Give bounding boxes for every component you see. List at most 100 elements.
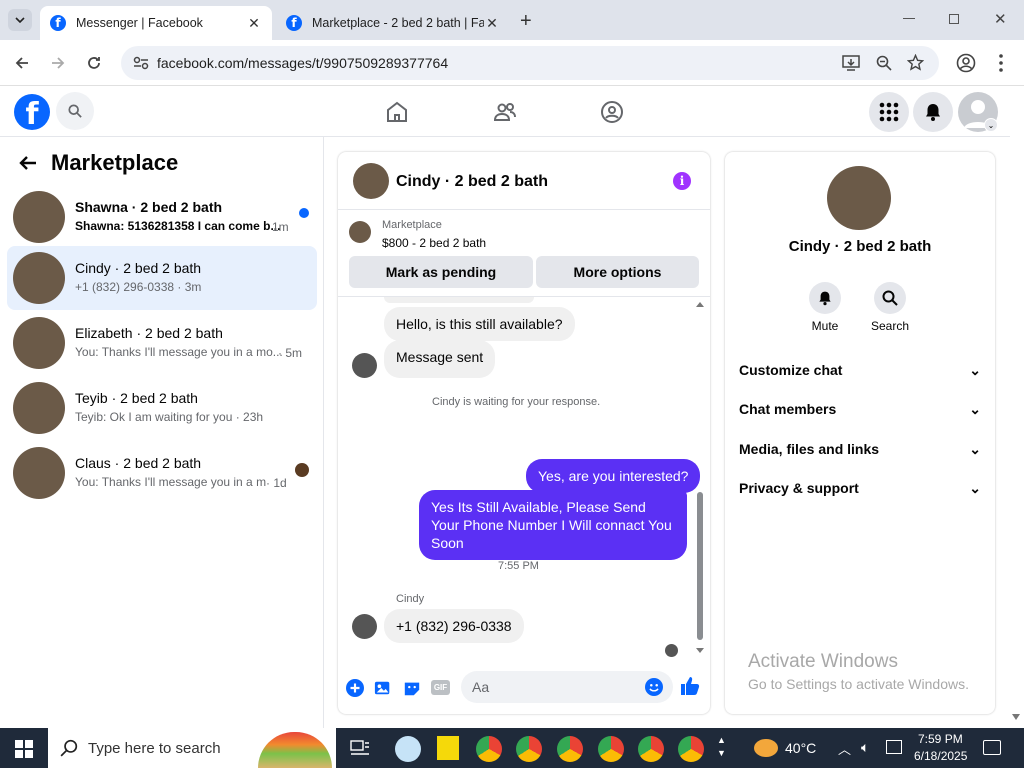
arrow-left-icon xyxy=(19,156,36,170)
facebook-search-button[interactable] xyxy=(56,92,94,130)
conversation-item[interactable]: Shawna · 2 bed 2 bath Shawna: 5136281358… xyxy=(7,185,317,247)
attach-photo-button[interactable] xyxy=(374,679,392,697)
bookmark-star-icon[interactable] xyxy=(907,54,924,71)
nav-home[interactable] xyxy=(385,100,409,124)
chrome-app-icon[interactable] xyxy=(476,736,502,762)
task-view-button[interactable] xyxy=(350,740,370,756)
clock-time[interactable]: 7:59 PM xyxy=(918,732,963,746)
message-bubble: Hello, is this still available? xyxy=(384,307,575,341)
notifications-center-icon[interactable] xyxy=(983,740,1001,755)
close-tab-icon[interactable]: ✕ xyxy=(246,15,262,32)
gif-button[interactable]: GIF xyxy=(431,680,450,695)
contact-avatar[interactable] xyxy=(827,166,891,230)
home-icon xyxy=(387,101,407,122)
close-tab-icon[interactable]: ✕ xyxy=(484,15,500,32)
tab-search-button[interactable] xyxy=(8,9,32,31)
scroll-up-arrow[interactable] xyxy=(696,302,704,307)
new-tab-button[interactable]: + xyxy=(520,10,532,33)
chat-panel: Cindy · 2 bed 2 bath i Marketplace $800 … xyxy=(338,152,710,714)
close-window-button[interactable]: ✕ xyxy=(994,10,1007,28)
tab-messenger[interactable]: f Messenger | Facebook ✕ xyxy=(40,6,272,40)
section-customize-chat[interactable]: Customize chat ⌄ xyxy=(739,358,981,382)
weather-icon[interactable] xyxy=(754,739,778,757)
chevron-down-icon: ⌄ xyxy=(984,118,998,132)
zoom-icon[interactable] xyxy=(876,55,892,71)
conversation-preview: Teyib: Ok I am waiting for you · 23h xyxy=(75,410,264,424)
windows-taskbar: Type here to search ▲ ▼ 40°C ︿ 🔈︎ 7:59 PM… xyxy=(0,728,1024,768)
search-in-chat-button[interactable] xyxy=(874,282,906,314)
show-hidden-icons-button[interactable]: ︿ xyxy=(838,739,851,758)
back-button[interactable] xyxy=(12,53,32,73)
chrome-profile-icon[interactable] xyxy=(557,736,583,762)
conversation-item[interactable]: Elizabeth · 2 bed 2 bath You: Thanks I'l… xyxy=(7,311,317,373)
taskbar-overflow-chevron[interactable]: ▲ ▼ xyxy=(717,734,726,760)
chrome-profile-icon[interactable] xyxy=(598,736,624,762)
conversation-item[interactable]: Cindy · 2 bed 2 bath +1 (832) 296-0338 ·… xyxy=(7,246,317,310)
browser-toolbar: facebook.com/messages/t/9907509289377764 xyxy=(0,40,1024,86)
site-info-icon[interactable] xyxy=(133,56,149,70)
listing-thumbnail[interactable] xyxy=(349,221,371,243)
chrome-profile-icon[interactable] xyxy=(638,736,664,762)
like-button[interactable] xyxy=(680,676,700,696)
install-app-icon[interactable] xyxy=(842,55,860,71)
scroll-down-arrow[interactable] xyxy=(696,648,704,653)
conversation-item[interactable]: Claus · 2 bed 2 bath You: Thanks I'll me… xyxy=(7,441,317,503)
back-arrow-button[interactable] xyxy=(18,153,38,173)
conversation-item[interactable]: Teyib · 2 bed 2 bath Teyib: Ok I am wait… xyxy=(7,376,317,438)
more-options-button[interactable]: More options xyxy=(536,256,699,288)
facebook-logo[interactable]: f xyxy=(14,94,50,130)
notifications-button[interactable] xyxy=(913,92,953,132)
activate-windows-title: Activate Windows xyxy=(748,651,898,672)
section-privacy-support[interactable]: Privacy & support ⌄ xyxy=(739,476,981,500)
listing-source: Marketplace xyxy=(382,219,442,231)
chat-avatar[interactable] xyxy=(353,163,389,199)
message-input[interactable]: Aa xyxy=(461,671,673,703)
messages-scrollbar[interactable] xyxy=(695,300,705,656)
address-bar[interactable]: facebook.com/messages/t/9907509289377764 xyxy=(121,46,939,80)
nav-groups[interactable] xyxy=(600,100,624,124)
restore-window-button[interactable] xyxy=(949,14,959,24)
message-bubble: Message sent xyxy=(384,340,496,378)
weather-temperature[interactable]: 40°C xyxy=(785,740,816,756)
section-label: Customize chat xyxy=(739,362,843,378)
tab-marketplace[interactable]: f Marketplace - 2 bed 2 bath | Fa ✕ xyxy=(276,6,510,40)
chat-info-panel: Cindy · 2 bed 2 bath Mute Search Customi… xyxy=(725,152,995,714)
clock-date[interactable]: 6/18/2025 xyxy=(914,749,967,763)
volume-icon[interactable]: 🔈︎ xyxy=(861,739,869,756)
network-icon[interactable] xyxy=(886,740,902,754)
emoji-icon[interactable] xyxy=(645,678,663,696)
mark-as-pending-button[interactable]: Mark as pending xyxy=(349,256,533,288)
chrome-profile-icon[interactable] xyxy=(516,736,542,762)
chat-info-button[interactable]: i xyxy=(673,172,691,190)
facebook-favicon-icon: f xyxy=(50,15,66,31)
paint-app-icon[interactable] xyxy=(395,736,421,762)
section-media-files-links[interactable]: Media, files and links ⌄ xyxy=(739,437,981,461)
url-text: facebook.com/messages/t/9907509289377764 xyxy=(157,55,449,71)
start-button[interactable] xyxy=(15,740,33,758)
conversation-sidebar: Marketplace Shawna · 2 bed 2 bath Shawna… xyxy=(0,137,324,728)
sticker-button[interactable] xyxy=(403,679,421,697)
minimize-window-button[interactable] xyxy=(903,18,915,19)
chrome-profile-icon[interactable] xyxy=(678,736,704,762)
section-chat-members[interactable]: Chat members ⌄ xyxy=(739,397,981,421)
menu-button[interactable] xyxy=(869,92,909,132)
page-scroll-down-arrow[interactable] xyxy=(1012,714,1020,720)
reload-button[interactable] xyxy=(84,53,104,73)
profile-button[interactable] xyxy=(956,53,976,73)
sender-avatar[interactable] xyxy=(352,353,377,378)
more-actions-button[interactable] xyxy=(346,679,364,697)
taskbar-search[interactable]: Type here to search xyxy=(48,728,336,768)
chat-title[interactable]: Cindy · 2 bed 2 bath xyxy=(396,173,548,191)
sender-avatar[interactable] xyxy=(352,614,377,639)
mute-button[interactable] xyxy=(809,282,841,314)
browser-menu-button[interactable] xyxy=(999,54,1003,72)
forward-button[interactable] xyxy=(48,53,68,73)
nav-friends[interactable] xyxy=(493,100,517,124)
account-button[interactable]: ⌄ xyxy=(958,92,998,132)
section-label: Privacy & support xyxy=(739,480,859,496)
scroll-thumb[interactable] xyxy=(697,492,703,640)
sticky-notes-app-icon[interactable] xyxy=(437,736,459,760)
listing-price[interactable]: $800 - 2 bed 2 bath xyxy=(382,236,486,250)
plus-circle-icon xyxy=(346,679,364,697)
friends-icon xyxy=(493,103,516,121)
